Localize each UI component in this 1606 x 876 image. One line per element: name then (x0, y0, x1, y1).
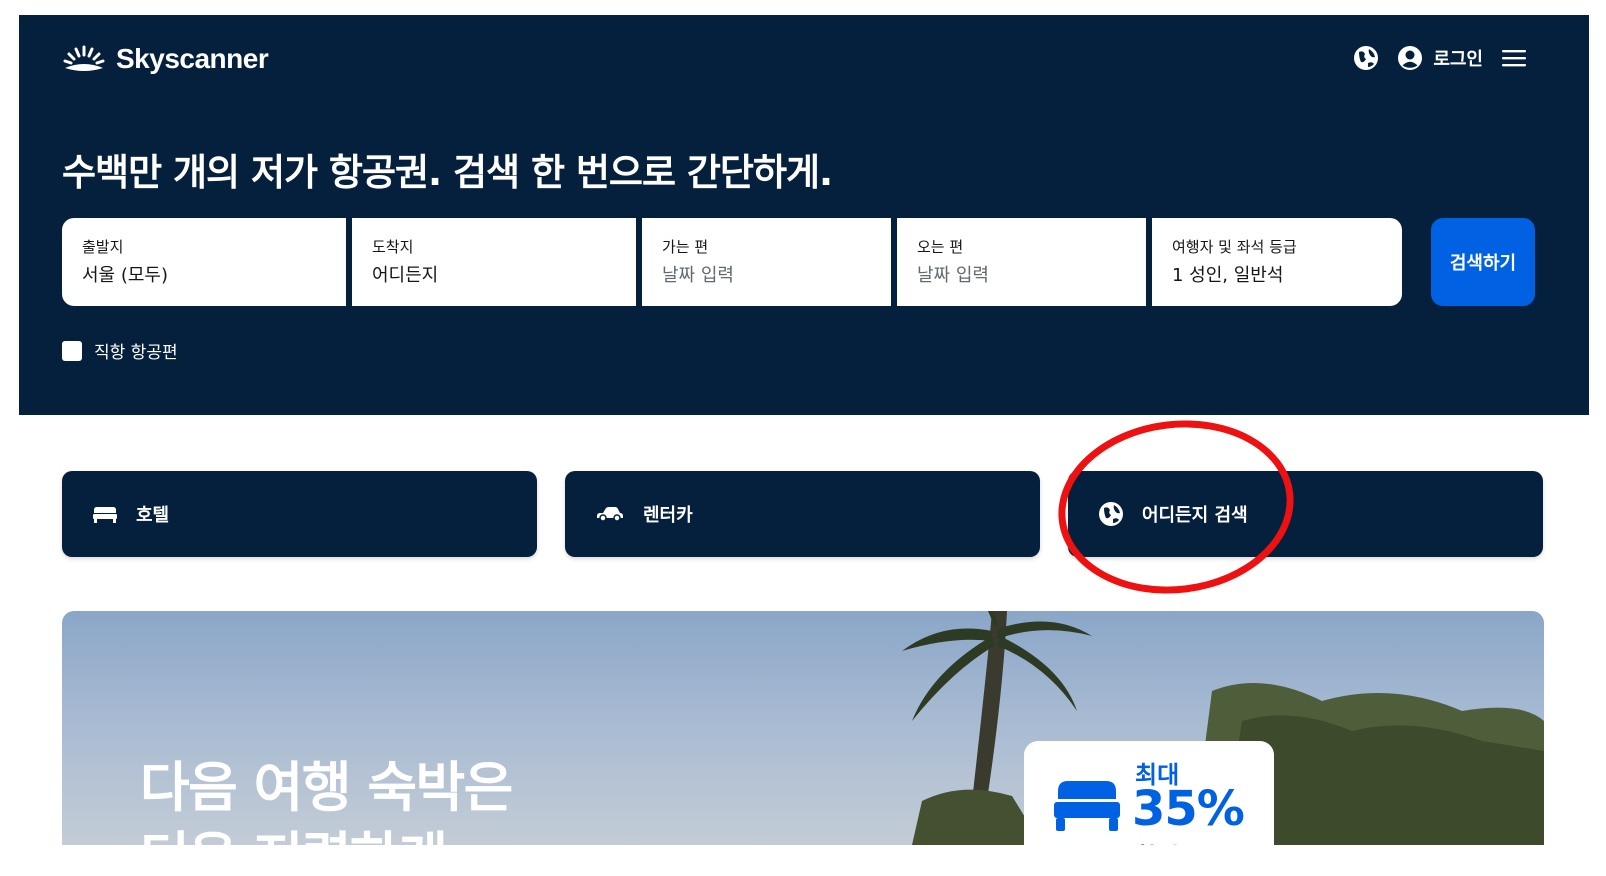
destination-value: 어디든지 (372, 265, 439, 286)
direct-flights-option[interactable]: 직항 항공편 (62, 338, 178, 363)
destination-field[interactable]: 도착지 어디든지 (352, 218, 636, 306)
depart-date-placeholder: 날짜 입력 (662, 265, 734, 286)
origin-value: 서울 (모두) (82, 265, 169, 286)
search-button[interactable]: 검색하기 (1431, 218, 1535, 306)
user-avatar-icon (1398, 46, 1423, 70)
hotels-tile[interactable]: 호텔 (62, 471, 537, 557)
destination-label: 도착지 (372, 238, 414, 256)
return-date-field[interactable]: 오는 편 날짜 입력 (897, 218, 1146, 306)
depart-date-label: 가는 편 (662, 238, 709, 256)
explore-everywhere-tile[interactable]: 어디든지 검색 (1068, 471, 1543, 557)
flight-search-bar: 출발지 서울 (모두) 도착지 어디든지 가는 편 날짜 입력 오는 편 날짜 … (62, 218, 1402, 306)
discount-suffix: 할인 (1135, 837, 1179, 845)
origin-label: 출발지 (82, 238, 124, 256)
travellers-class-label: 여행자 및 좌석 등급 (1172, 238, 1297, 256)
page-bottom-edge (0, 845, 1606, 876)
bed-icon (1054, 781, 1120, 831)
travellers-class-value: 1 성인, 일반석 (1172, 265, 1284, 286)
direct-flights-checkbox[interactable] (62, 340, 82, 361)
discount-value: 35% (1132, 781, 1245, 837)
hotels-label: 호텔 (136, 505, 170, 526)
skyscanner-logo[interactable]: Skyscanner (62, 43, 269, 75)
header-actions: 로그인 (1353, 45, 1527, 71)
language-globe-icon[interactable] (1353, 45, 1379, 71)
sunrise-logo-icon (63, 45, 105, 71)
page-headline: 수백만 개의 저가 항공권. 검색 한 번으로 간단하게. (62, 151, 833, 194)
hero-header: Skyscanner 로그인 수백만 개의 저가 항공권. 검색 한 번으로 간… (19, 15, 1589, 415)
discount-badge: 최대 35% 할인 (1024, 741, 1274, 845)
banner-title-line-1: 다음 여행 숙박은 (140, 756, 513, 819)
brand-name: Skyscanner (116, 43, 269, 74)
travellers-class-field[interactable]: 여행자 및 좌석 등급 1 성인, 일반석 (1152, 218, 1402, 306)
origin-field[interactable]: 출발지 서울 (모두) (62, 218, 346, 306)
direct-flights-label: 직항 항공편 (94, 343, 178, 363)
globe-icon (1099, 502, 1123, 526)
return-date-placeholder: 날짜 입력 (917, 265, 989, 286)
car-hire-label: 렌터카 (643, 505, 693, 526)
car-hire-tile[interactable]: 렌터카 (565, 471, 1040, 557)
depart-date-field[interactable]: 가는 편 날짜 입력 (642, 218, 891, 306)
login-button[interactable]: 로그인 (1397, 45, 1483, 71)
explore-everywhere-label: 어디든지 검색 (1142, 505, 1248, 526)
car-icon (597, 507, 623, 522)
hotel-promo-banner[interactable]: 다음 여행 숙박은 더욱 저렴하게 최대 35% 할인 (62, 611, 1544, 845)
bed-icon (93, 507, 117, 523)
menu-hamburger-icon[interactable] (1501, 48, 1527, 68)
login-label: 로그인 (1433, 49, 1483, 70)
return-date-label: 오는 편 (917, 238, 964, 256)
banner-title-line-2: 더욱 저렴하게 (140, 823, 512, 845)
banner-title: 다음 여행 숙박은 더욱 저렴하게 (140, 753, 513, 845)
